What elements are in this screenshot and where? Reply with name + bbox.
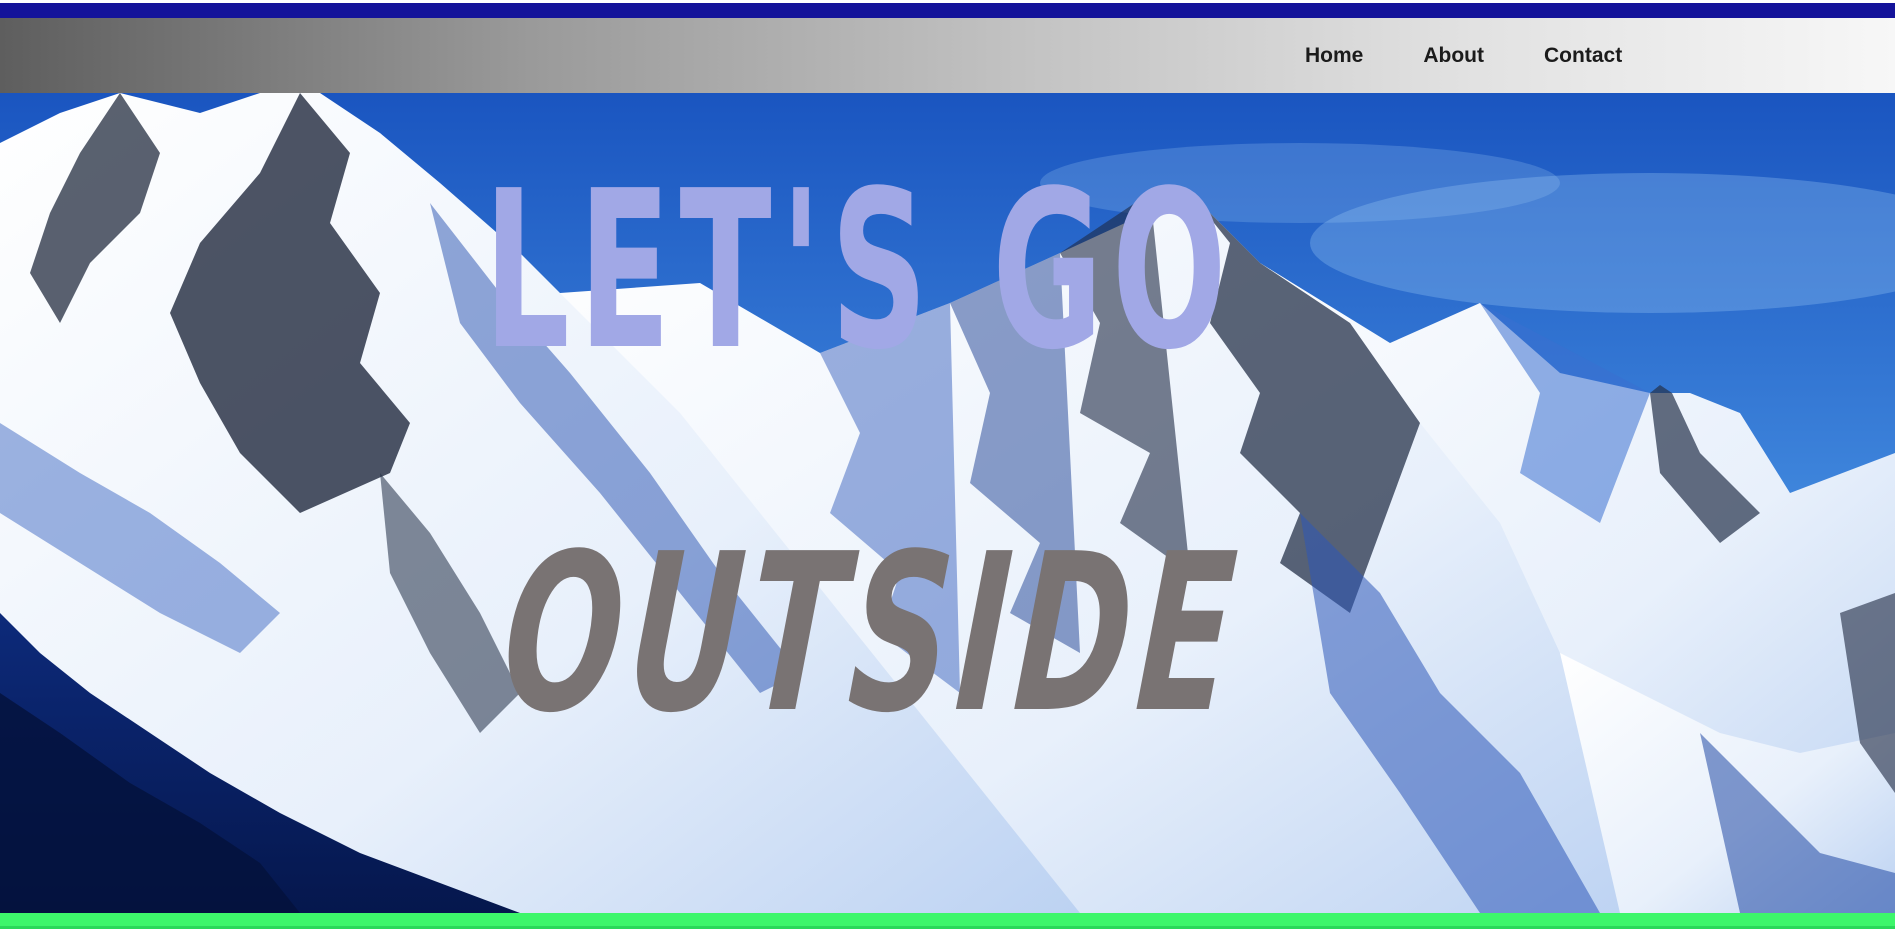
nav-link-contact[interactable]: Contact [1544, 44, 1622, 68]
hero-title-line-1: LET'S GO [483, 145, 1236, 398]
navbar: Home About Contact [0, 18, 1895, 93]
nav-link-about[interactable]: About [1423, 44, 1484, 68]
hero-title-line-2: OUTSIDE [496, 508, 1249, 761]
bottom-accent-bar [0, 913, 1895, 929]
nav-link-home[interactable]: Home [1305, 44, 1363, 68]
top-accent-bar [0, 3, 1895, 18]
hero-section: LET'S GO OUTSIDE [0, 93, 1895, 913]
page: Home About Contact LET'S GO OUTSIDE [0, 0, 1895, 929]
nav-links: Home About Contact [1305, 18, 1682, 93]
top-accent-strip [0, 0, 1895, 18]
